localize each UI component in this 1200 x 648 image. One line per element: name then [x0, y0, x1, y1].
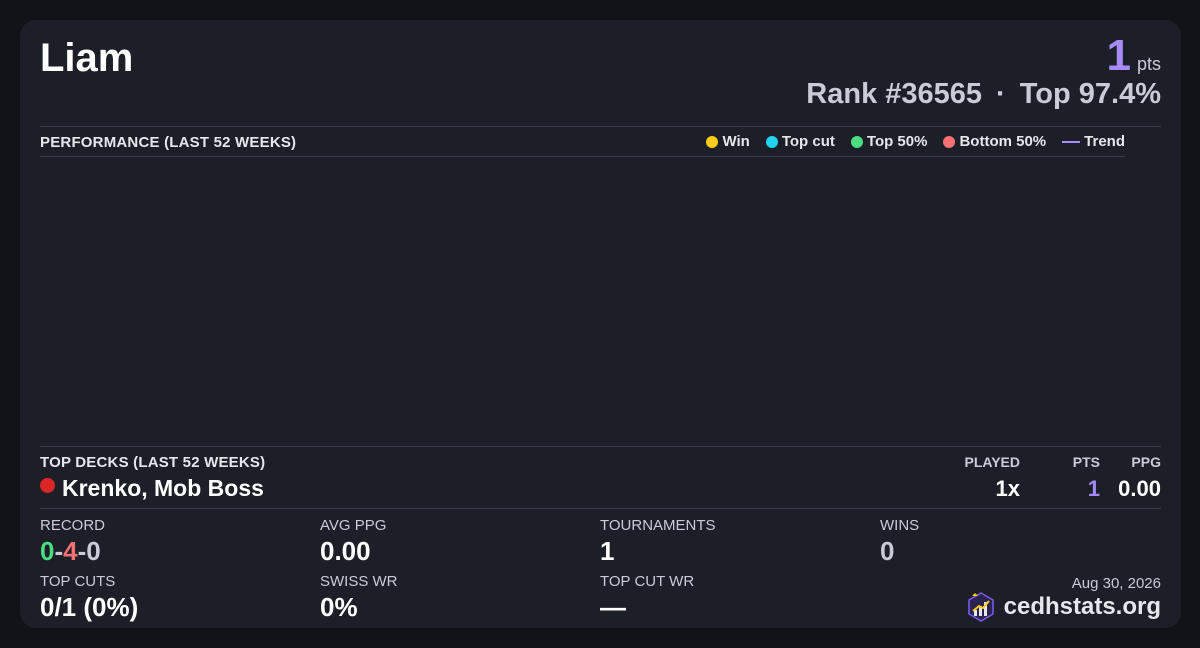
legend-item-top-cut: Top cut — [765, 133, 835, 150]
record-draws: 0 — [86, 536, 101, 566]
top-cuts-value: 0/1 (0%) — [40, 592, 139, 622]
top-percent: Top 97.4% — [1019, 78, 1161, 110]
top-cut-dot-icon — [765, 135, 778, 148]
record-losses: 4 — [63, 536, 78, 566]
performance-title: PERFORMANCE (LAST 52 WEEKS) — [40, 134, 297, 151]
legend-label: Win — [722, 133, 750, 150]
legend-label: Top cut — [781, 133, 835, 150]
top-50-dot-icon — [850, 135, 863, 148]
legend-item-bottom-50: Bottom 50% — [943, 133, 1046, 150]
win-dot-icon — [706, 135, 719, 148]
legend-label: Top 50% — [866, 133, 928, 150]
trend-line-icon — [1062, 140, 1081, 143]
legend-label: Bottom 50% — [959, 133, 1047, 150]
player-stats-card: Liam 1 pts Rank #36565 · Top 97.4% PERFORM… — [20, 20, 1181, 628]
legend-item-top-50: Top 50% — [850, 133, 928, 150]
tournaments-label: TOURNAMENTS — [600, 517, 716, 534]
record-sep: - — [54, 536, 64, 566]
legend-item-trend: Trend — [1062, 133, 1125, 150]
top-cuts-label: TOP CUTS — [40, 573, 116, 590]
legend-label: Trend — [1084, 133, 1125, 150]
deck-played: 1x — [995, 476, 1020, 501]
record-sep: - — [77, 536, 87, 566]
tournaments-value: 1 — [600, 536, 615, 566]
swiss-wr-value: 0% — [320, 592, 358, 622]
deck-ppg: 0.00 — [1118, 476, 1161, 501]
played-header: PLAYED — [964, 454, 1020, 470]
record-value: 0-4-0 — [40, 536, 101, 567]
snapshot-date: Aug 30, 2026 — [1071, 575, 1161, 592]
player-name: Liam — [40, 36, 134, 80]
top-cut-wr-label: TOP CUT WR — [600, 573, 695, 590]
wins-label: WINS — [880, 517, 920, 534]
pts-header: PTS — [1072, 454, 1100, 470]
brand[interactable]: cedhstats.org — [966, 592, 1161, 622]
performance-chart-area — [40, 157, 1125, 445]
rank-value: Rank #36565 — [806, 78, 983, 110]
divider — [40, 126, 1161, 127]
chart-legend: Win Top cut Top 50% Bottom 50% Trend — [706, 133, 1125, 150]
bottom-50-dot-icon — [943, 135, 956, 148]
points-label: pts — [1136, 54, 1161, 74]
deck-row[interactable]: Krenko, Mob Boss — [40, 475, 264, 502]
top-cut-wr-value: — — [600, 592, 626, 622]
rank-line: Rank #36565 · Top 97.4% — [806, 78, 1161, 111]
ppg-header: PPG — [1131, 454, 1161, 470]
top-decks-title: TOP DECKS (LAST 52 WEEKS) — [40, 454, 266, 471]
divider — [40, 508, 1161, 509]
divider — [40, 446, 1161, 447]
record-wins: 0 — [40, 536, 55, 566]
avg-ppg-value: 0.00 — [320, 536, 371, 566]
avg-ppg-label: AVG PPG — [320, 517, 387, 534]
deck-name: Krenko, Mob Boss — [62, 475, 264, 501]
red-mana-icon — [40, 478, 55, 493]
points-display: 1 pts — [1107, 34, 1162, 78]
wins-value: 0 — [880, 536, 895, 566]
deck-pts: 1 — [1087, 476, 1100, 501]
brand-name: cedhstats.org — [1003, 593, 1161, 620]
record-label: RECORD — [40, 517, 106, 534]
chart-logo-icon — [967, 592, 994, 622]
swiss-wr-label: SWISS WR — [320, 573, 398, 590]
points-value: 1 — [1106, 31, 1131, 80]
rank-separator: · — [996, 78, 1006, 110]
legend-item-win: Win — [706, 133, 750, 150]
